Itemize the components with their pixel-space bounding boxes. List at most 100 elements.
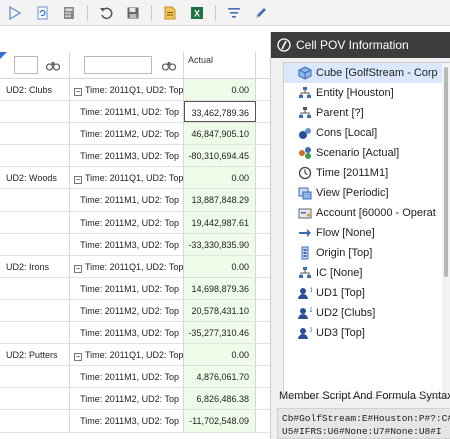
time-cell[interactable]: − Time: 2011Q1, UD2: Top xyxy=(70,79,184,101)
tree-item-view[interactable]: View [Periodic] xyxy=(284,183,450,203)
value-cell[interactable]: 6,826,486.38 xyxy=(184,388,256,410)
time-cell[interactable]: Time: 2011M3, UD2: Top xyxy=(70,322,184,344)
tree-item-time[interactable]: Time [2011M1] xyxy=(284,163,450,183)
time-cell[interactable]: Time: 2011M3, UD2: Top xyxy=(70,410,184,432)
value-cell[interactable]: 0.00 xyxy=(184,79,256,101)
time-cell[interactable]: Time: 2011M1, UD2: Top xyxy=(70,366,184,388)
time-cell[interactable]: − Time: 2011Q1, UD2: Top xyxy=(70,344,184,366)
scrollbar-thumb[interactable] xyxy=(444,67,448,277)
tree-item-ud3[interactable]: 3 UD3 [Top] xyxy=(284,323,450,343)
value-cell[interactable]: 0.00 xyxy=(184,255,256,277)
tree-item-origin[interactable]: Origin [Top] xyxy=(284,243,450,263)
tree-scrollbar[interactable] xyxy=(442,63,450,397)
tree-item-account[interactable]: Account [60000 - Operat xyxy=(284,203,450,223)
undo-icon[interactable] xyxy=(97,4,115,22)
value-cell[interactable]: 46,847,905.10 xyxy=(184,123,256,145)
time-cell[interactable]: Time: 2011M3, UD2: Top xyxy=(70,233,184,255)
cons-icon xyxy=(298,126,312,140)
collapse-icon[interactable]: − xyxy=(74,88,82,96)
tree-item-cons[interactable]: Cons [Local] xyxy=(284,123,450,143)
time-column-header xyxy=(70,52,184,79)
grid-header: Actual xyxy=(0,52,270,79)
grid-rows: UD2: Clubs − Time: 2011Q1, UD2: Top 0.00 … xyxy=(0,79,270,433)
table-row: UD2: Irons − Time: 2011Q1, UD2: Top 0.00 xyxy=(0,255,270,278)
refresh-page-icon[interactable] xyxy=(33,4,51,22)
flow-icon xyxy=(298,226,312,240)
binoculars-icon[interactable] xyxy=(161,60,177,73)
ud2-cell: UD2: Putters xyxy=(0,344,70,366)
corner-marker xyxy=(0,52,7,59)
table-row: Time: 2011M1, UD2: Top 13,887,848.29 xyxy=(0,189,270,212)
document-icon[interactable] xyxy=(161,4,179,22)
scenario-icon xyxy=(298,146,312,160)
binoculars-icon[interactable] xyxy=(45,60,61,73)
tree-item-ud1[interactable]: 1 UD1 [Top] xyxy=(284,283,450,303)
svg-text:3: 3 xyxy=(310,328,313,334)
value-cell[interactable]: 14,698,879.36 xyxy=(184,277,256,299)
time-cell[interactable]: Time: 2011M2, UD2: Top xyxy=(70,123,184,145)
tree-item-scenario[interactable]: Scenario [Actual] xyxy=(284,143,450,163)
toolbar: X xyxy=(0,0,450,26)
ud1-icon: 1 xyxy=(298,286,312,300)
ud2-cell xyxy=(0,189,70,211)
tree-item-ud2[interactable]: 2 UD2 [Clubs] xyxy=(284,303,450,323)
origin-icon xyxy=(298,246,312,260)
time-cell[interactable]: − Time: 2011Q1, UD2: Top xyxy=(70,167,184,189)
table-row: Time: 2011M2, UD2: Top 20,578,431.10 xyxy=(0,299,270,323)
data-grid: Actual UD2: Clubs − Time: 2011Q1, UD2: To… xyxy=(0,52,270,439)
time-cell[interactable]: Time: 2011M2, UD2: Top xyxy=(70,299,184,322)
tree-item-ic[interactable]: IC [None] xyxy=(284,263,450,283)
ud2-cell xyxy=(0,388,70,410)
value-cell[interactable]: 4,876,061.70 xyxy=(184,366,256,388)
time-cell[interactable]: Time: 2011M1, UD2: Top xyxy=(70,277,184,299)
table-row: UD2: Putters − Time: 2011Q1, UD2: Top 0.0… xyxy=(0,344,270,367)
time-cell[interactable]: Time: 2011M2, UD2: Top xyxy=(70,211,184,233)
value-cell[interactable]: -33,330,835.90 xyxy=(184,233,256,255)
collapse-icon[interactable]: − xyxy=(74,264,82,273)
calculator-icon[interactable] xyxy=(60,4,78,22)
value-cell[interactable]: 0.00 xyxy=(184,167,256,189)
pov-tree[interactable]: Cube [GolfStream - Corp Entity [Houston]… xyxy=(283,62,450,398)
tree-item-entity[interactable]: Entity [Houston] xyxy=(284,83,450,103)
member-script-textbox[interactable]: Cb#GolfStream:E#Houston:P#?:C# U5#IFRS:U… xyxy=(277,408,450,439)
time-cell[interactable]: Time: 2011M1, UD2: Top xyxy=(70,189,184,211)
table-row: Time: 2011M2, UD2: Top 6,826,486.38 xyxy=(0,388,270,411)
save-icon[interactable] xyxy=(124,4,142,22)
value-cell[interactable]: -35,277,310.46 xyxy=(184,322,256,344)
send-icon[interactable] xyxy=(6,4,24,22)
value-cell[interactable]: 0.00 xyxy=(184,344,256,366)
time-cell[interactable]: Time: 2011M3, UD2: Top xyxy=(70,145,184,167)
time-cell[interactable]: Time: 2011M1, UD2: Top xyxy=(70,101,184,123)
svg-text:1: 1 xyxy=(310,288,312,294)
table-row: Time: 2011M1, UD2: Top 4,876,061.70 xyxy=(0,366,270,389)
ud2-cell xyxy=(0,277,70,299)
value-cell[interactable]: -11,702,548.09 xyxy=(184,410,256,432)
ud2-filter-input[interactable] xyxy=(14,56,38,74)
value-cell[interactable]: 20,578,431.10 xyxy=(184,299,256,322)
collapse-icon[interactable]: − xyxy=(74,353,82,362)
filter-icon[interactable] xyxy=(225,4,243,22)
view-icon xyxy=(298,186,312,200)
ud2-cell xyxy=(0,123,70,145)
tree-item-parent[interactable]: Parent [?] xyxy=(284,103,450,123)
value-cell[interactable]: -80,310,694.45 xyxy=(184,145,256,167)
value-cell[interactable]: 19,442,987.61 xyxy=(184,211,256,233)
time-cell[interactable]: − Time: 2011Q1, UD2: Top xyxy=(70,255,184,277)
ud2-cell xyxy=(0,410,70,432)
excel-icon[interactable]: X xyxy=(188,4,206,22)
collapse-icon[interactable]: − xyxy=(74,176,82,185)
time-filter-input[interactable] xyxy=(84,56,152,74)
pencil-icon[interactable] xyxy=(252,4,270,22)
ud3-icon: 3 xyxy=(298,326,312,340)
table-row: Time: 2011M3, UD2: Top -33,330,835.90 xyxy=(0,233,270,256)
ud2-icon: 2 xyxy=(298,306,312,320)
actual-column-header[interactable]: Actual xyxy=(184,52,256,79)
tree-item-flow[interactable]: Flow [None] xyxy=(284,223,450,243)
time-cell[interactable]: Time: 2011M2, UD2: Top xyxy=(70,388,184,410)
table-row: UD2: Clubs − Time: 2011Q1, UD2: Top 0.00 xyxy=(0,79,270,102)
tree-item-cube[interactable]: Cube [GolfStream - Corp xyxy=(284,63,450,83)
svg-text:X: X xyxy=(194,8,200,18)
ud2-cell xyxy=(0,233,70,255)
value-cell[interactable]: 13,887,848.29 xyxy=(184,189,256,211)
value-cell-selected[interactable]: 33,462,789.36 xyxy=(184,101,256,123)
